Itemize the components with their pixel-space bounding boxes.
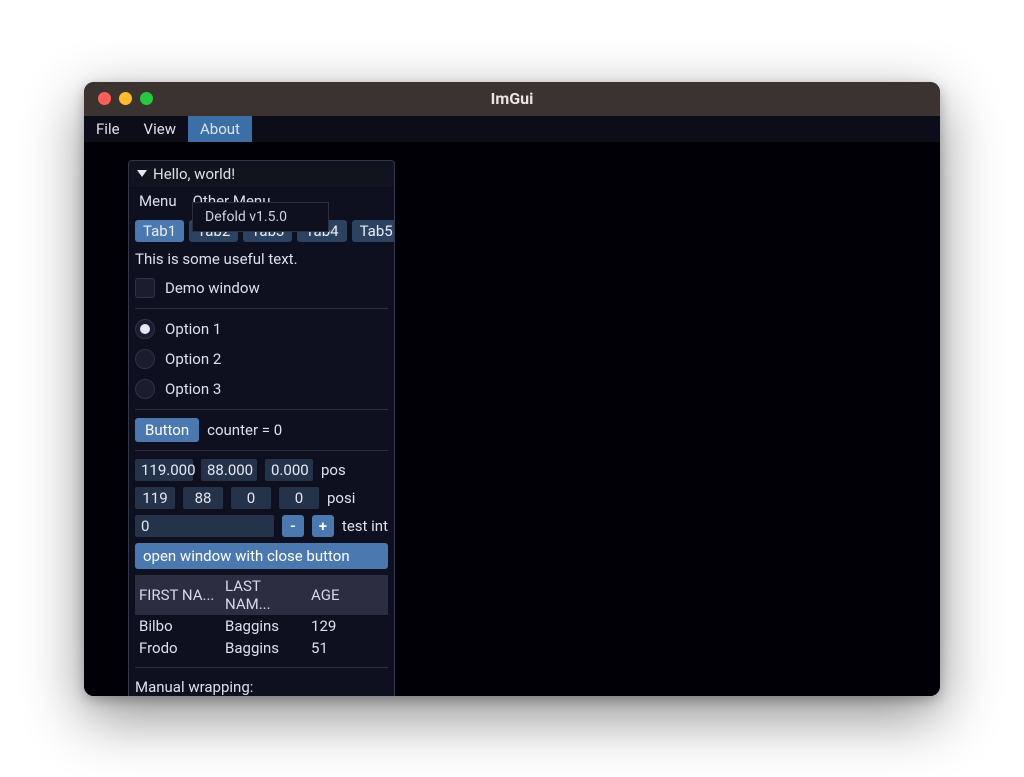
posi-3-input[interactable]: 0 [279, 487, 319, 509]
manual-wrapping-label: Manual wrapping: [135, 676, 388, 696]
posi-1-input[interactable]: 88 [183, 487, 223, 509]
radio-option-1-row: Option 1 [135, 317, 388, 341]
radio-option-3[interactable] [135, 379, 155, 399]
collapse-icon[interactable] [137, 170, 147, 177]
pos-label: pos [321, 461, 346, 479]
counter-button[interactable]: Button [135, 418, 199, 442]
demo-window-checkbox-row: Demo window [135, 276, 388, 300]
col-age[interactable]: AGE [307, 575, 388, 615]
posi-label: posi [327, 489, 355, 507]
pos-float-row: 119.000 88.000 0.000 pos [135, 459, 388, 481]
test-int-input[interactable]: 0 [135, 515, 274, 537]
radio-option-3-label: Option 3 [165, 380, 221, 398]
menu-about[interactable]: About [188, 116, 252, 142]
menu-view[interactable]: View [132, 116, 188, 142]
demo-window-label: Demo window [165, 279, 260, 297]
app-window: ImGui File View About Defold v1.5.0 Hell… [84, 82, 940, 696]
tab-1[interactable]: Tab1 [135, 220, 184, 242]
main-menubar: File View About [84, 116, 940, 142]
cell-last-name: Baggins [221, 615, 307, 637]
about-dropdown-item[interactable]: Defold v1.5.0 [205, 209, 287, 225]
cell-age: 129 [307, 615, 388, 637]
cell-age: 51 [307, 637, 388, 659]
radio-option-2[interactable] [135, 349, 155, 369]
table-row: Frodo Baggins 51 [135, 637, 388, 659]
posi-2-input[interactable]: 0 [231, 487, 271, 509]
separator [135, 667, 388, 668]
table-row: Bilbo Baggins 129 [135, 615, 388, 637]
radio-option-1[interactable] [135, 319, 155, 339]
radio-option-2-label: Option 2 [165, 350, 221, 368]
people-table: FIRST NA... LAST NAM... AGE Bilbo Baggin… [135, 575, 388, 659]
useful-text: This is some useful text. [135, 248, 388, 270]
table-header-row: FIRST NA... LAST NAM... AGE [135, 575, 388, 615]
traffic-lights [84, 92, 153, 105]
content-area: Defold v1.5.0 Hello, world! Menu Other M… [84, 142, 940, 696]
radio-option-1-label: Option 1 [165, 320, 221, 338]
cell-first-name: Bilbo [135, 615, 221, 637]
pos-z-input[interactable]: 0.000 [265, 459, 313, 481]
counter-label: counter = 0 [207, 421, 282, 439]
titlebar: ImGui [84, 82, 940, 116]
radio-option-2-row: Option 2 [135, 347, 388, 371]
posi-0-input[interactable]: 119 [135, 487, 175, 509]
test-int-row: 0 - + test int [135, 515, 388, 537]
cell-first-name: Frodo [135, 637, 221, 659]
test-int-plus-button[interactable]: + [312, 515, 334, 537]
pos-x-input[interactable]: 119.000 [135, 459, 193, 481]
imgui-panel: Hello, world! Menu Other Menu Tab1 Tab2 … [128, 160, 395, 696]
col-last-name[interactable]: LAST NAM... [221, 575, 307, 615]
test-int-minus-button[interactable]: - [282, 515, 304, 537]
window-title: ImGui [84, 89, 940, 108]
separator [135, 409, 388, 410]
imgui-panel-titlebar[interactable]: Hello, world! [129, 161, 394, 188]
minimize-window-icon[interactable] [119, 92, 132, 105]
cell-last-name: Baggins [221, 637, 307, 659]
maximize-window-icon[interactable] [140, 92, 153, 105]
imgui-panel-title: Hello, world! [153, 165, 235, 183]
test-int-label: test int [342, 517, 388, 535]
open-window-button[interactable]: open window with close button [135, 543, 388, 569]
menu-file[interactable]: File [84, 116, 132, 142]
close-window-icon[interactable] [98, 92, 111, 105]
radio-option-3-row: Option 3 [135, 377, 388, 401]
posi-int-row: 119 88 0 0 posi [135, 487, 388, 509]
tab-5[interactable]: Tab5 [352, 220, 395, 242]
panel-menu-menu[interactable]: Menu [139, 192, 177, 210]
col-first-name[interactable]: FIRST NA... [135, 575, 221, 615]
demo-window-checkbox[interactable] [135, 278, 155, 298]
separator [135, 450, 388, 451]
panel-body: Tab1 Tab2 Tab3 Tab4 Tab5 This is some us… [129, 216, 394, 696]
about-dropdown[interactable]: Defold v1.5.0 [192, 202, 329, 232]
separator [135, 308, 388, 309]
button-counter-row: Button counter = 0 [135, 418, 388, 442]
pos-y-input[interactable]: 88.000 [201, 459, 257, 481]
